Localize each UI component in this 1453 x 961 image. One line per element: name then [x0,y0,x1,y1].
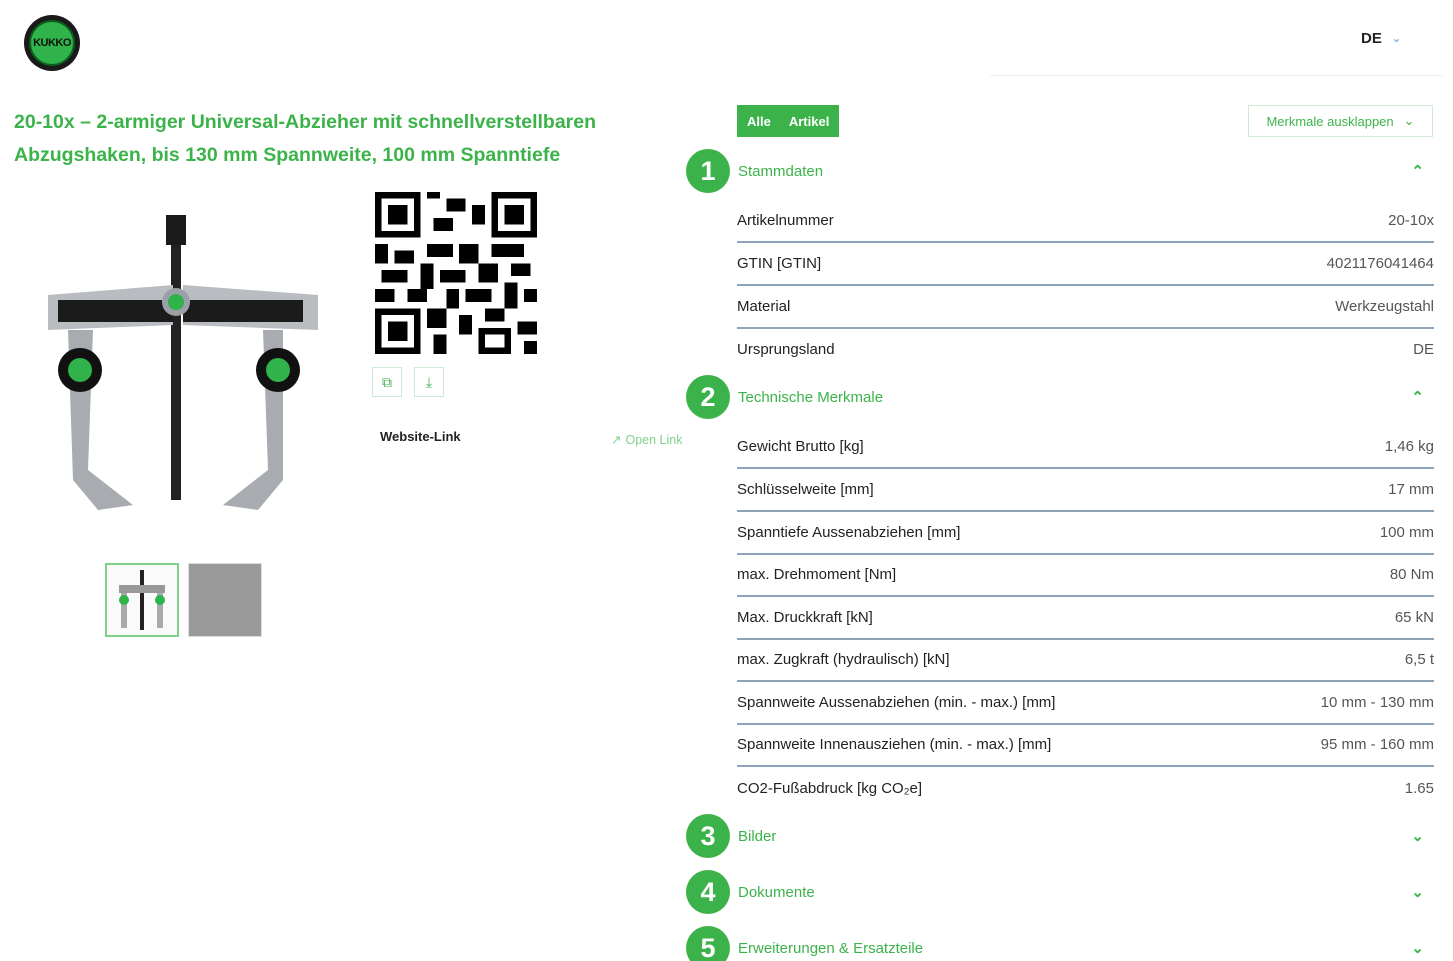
open-link-label: Open Link [625,432,683,447]
download-icon: ⤓ [425,373,433,390]
table-row: Spannweite Innenausziehen (min. - max.) … [737,724,1434,767]
row-value: 1.65 [1404,780,1434,797]
row-label: Schlüsselweite [mm] [737,481,874,498]
section-number-badge: 5 [686,926,730,961]
row-value: Werkzeugstahl [1335,298,1434,315]
table-row: max. Zugkraft (hydraulisch) [kN] 6,5 t [737,639,1434,682]
row-label: Spanntiefe Aussenabziehen [mm] [737,524,961,541]
chevron-up-icon: ⌃ [1411,389,1424,406]
copy-button[interactable]: ⧉ [372,367,402,397]
chevron-down-icon: ⌄ [1403,113,1415,128]
product-image [48,215,318,510]
filter-article[interactable]: Artikel [789,114,829,129]
chevron-down-icon: ⌄ [1411,884,1424,901]
chevron-down-icon: ⌄ [1391,33,1402,45]
row-label: Ursprungsland [737,341,835,358]
table-row: Artikelnummer 20-10x [737,200,1434,243]
section-title: Technische Merkmale [738,388,884,406]
section-title: Stammdaten [738,162,824,180]
row-value: 80 Nm [1389,566,1434,583]
row-value: 100 mm [1379,524,1434,541]
chevron-up-icon: ⌃ [1411,163,1424,180]
language-label: DE [1361,30,1382,47]
external-link-icon: ↗ [611,433,622,447]
thumbnail-1[interactable] [105,563,179,637]
row-label: GTIN [GTIN] [737,255,822,272]
section-number-badge: 3 [686,814,730,858]
open-link[interactable]: ↗ Open Link [611,432,683,448]
section-title: Dokumente [738,883,815,901]
row-label: Spannweite Innenausziehen (min. - max.) … [737,736,1052,753]
table-row: CO2-Fußabdruck [kg CO₂e] 1.65 [737,767,1434,810]
table-row: Spannweite Aussenabziehen (min. - max.) … [737,682,1434,725]
table-row: Ursprungsland DE [737,328,1434,371]
row-value: DE [1413,341,1434,358]
filter-all[interactable]: Alle [747,114,771,129]
copy-icon: ⧉ [382,373,392,390]
table-row: Gewicht Brutto [kg] 1,46 kg [737,426,1434,469]
qr-code [375,192,537,354]
filter-toggle[interactable]: Alle Artikel [737,105,840,137]
row-label: Artikelnummer [737,212,834,229]
row-value: 6,5 t [1404,651,1434,668]
row-label: max. Zugkraft (hydraulisch) [kN] [737,651,950,668]
table-row: Material Werkzeugstahl [737,286,1434,329]
row-value: 20-10x [1388,212,1434,229]
table-row: GTIN [GTIN] 4021176041464 [737,243,1434,286]
logo-text: KUKKO [29,20,75,66]
chevron-down-icon: ⌄ [1411,940,1424,957]
row-value: 65 kN [1394,609,1434,626]
product-title: 20-10x – 2-armiger Universal-Abzieher mi… [14,111,597,166]
section-dokumente[interactable]: 4 Dokumente ⌄ [686,870,1436,914]
section-title: Erweiterungen & Ersatzteile [738,939,924,957]
expand-features-label: Merkmale ausklappen [1266,113,1394,129]
row-value: 10 mm - 130 mm [1320,694,1434,711]
table-row: Schlüsselweite [mm] 17 mm [737,469,1434,512]
table-row: Max. Druckkraft [kN] 65 kN [737,597,1434,640]
chevron-down-icon: ⌄ [1411,828,1424,845]
section-number-badge: 4 [686,870,730,914]
website-link-label: Website-Link [380,429,461,444]
header-divider [990,75,1443,76]
row-label: CO2-Fußabdruck [kg CO₂e] [737,780,923,797]
section-technische-merkmale[interactable]: 2 Technische Merkmale ⌃ [686,375,1436,419]
row-value: 4021176041464 [1326,255,1434,272]
section-bilder[interactable]: 3 Bilder ⌄ [686,814,1436,858]
download-button[interactable]: ⤓ [414,367,444,397]
row-label: Spannweite Aussenabziehen (min. - max.) … [737,694,1056,711]
section-title: Bilder [738,827,777,845]
table-row: Spanntiefe Aussenabziehen [mm] 100 mm [737,512,1434,555]
row-label: max. Drehmoment [Nm] [737,566,897,583]
section-number-badge: 1 [686,149,730,193]
section-stammdaten[interactable]: 1 Stammdaten ⌃ [686,149,1436,193]
row-label: Gewicht Brutto [kg] [737,438,864,455]
language-selector[interactable]: DE ⌄ [1361,30,1401,47]
row-value: 1,46 kg [1384,438,1434,455]
row-label: Material [737,298,791,315]
row-value: 17 mm [1388,481,1434,498]
thumbnail-2[interactable] [188,563,262,637]
section-erweiterungen[interactable]: 5 Erweiterungen & Ersatzteile ⌄ [686,926,1436,961]
section-number-badge: 2 [686,375,730,419]
row-value: 95 mm - 160 mm [1320,736,1434,753]
row-label: Max. Druckkraft [kN] [737,609,873,626]
expand-features-button[interactable]: Merkmale ausklappen ⌄ [1248,105,1433,137]
table-row: max. Drehmoment [Nm] 80 Nm [737,554,1434,597]
thumbnail-puller-icon [119,570,165,630]
kukko-logo[interactable]: KUKKO [24,15,80,71]
